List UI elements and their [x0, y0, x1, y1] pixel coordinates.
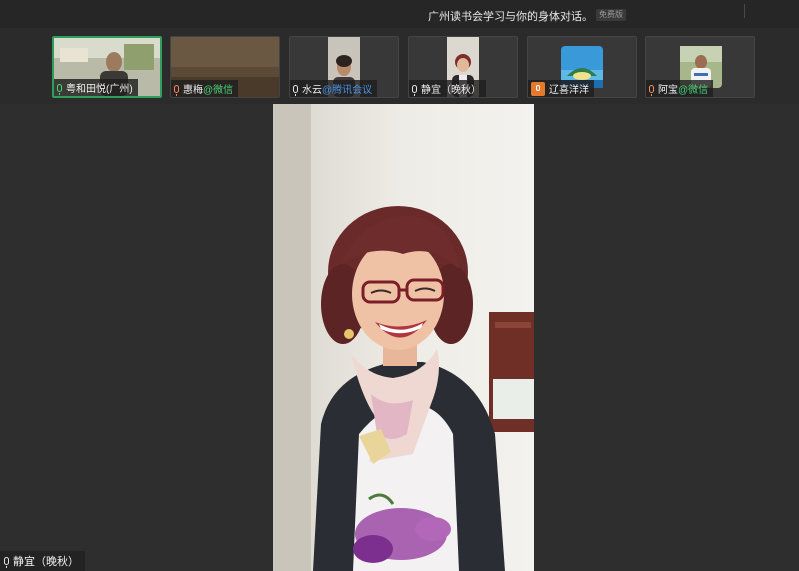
microphone-icon	[57, 83, 62, 95]
participant-tile[interactable]: 静宜（晚秋）	[408, 36, 518, 98]
participant-tile[interactable]: 惠梅 @微信	[170, 36, 280, 98]
microphone-muted-icon	[531, 81, 545, 96]
participant-namebar: 静宜（晚秋）	[409, 80, 486, 97]
participant-strip: 粤和田悦(广州) 惠梅 @微信 水云 @腾讯会议 静宜（晚秋） 辽喜洋洋 阿宝 …	[0, 28, 799, 104]
participant-namebar: 辽喜洋洋	[528, 80, 594, 97]
participant-namebar: 水云 @腾讯会议	[290, 80, 378, 97]
participant-name: 粤和田悦(广州)	[66, 84, 133, 95]
microphone-icon	[174, 84, 179, 96]
speaker-video-frame	[273, 104, 534, 571]
plan-badge: 免费版	[596, 9, 626, 21]
participant-tile[interactable]: 辽喜洋洋	[527, 36, 637, 98]
participant-namebar: 惠梅 @微信	[171, 80, 239, 97]
participant-source: @微信	[678, 85, 709, 96]
top-bar: 广州读书会学习与你的身体对话。 免费版	[0, 0, 799, 29]
microphone-icon	[4, 557, 9, 568]
active-speaker-label: 静宜（晚秋）	[0, 551, 85, 571]
participant-name: 惠梅	[183, 85, 203, 96]
participant-namebar: 粤和田悦(广州)	[54, 79, 138, 96]
participant-name: 水云	[302, 85, 322, 96]
participant-name: 阿宝	[658, 85, 678, 96]
microphone-icon	[649, 84, 654, 96]
participant-name: 静宜（晚秋）	[421, 85, 481, 96]
speaker-name: 静宜（晚秋）	[13, 556, 79, 568]
divider	[744, 4, 745, 18]
participant-namebar: 阿宝 @微信	[646, 80, 714, 97]
main-speaker-video[interactable]	[273, 104, 534, 571]
microphone-icon	[412, 84, 417, 96]
participant-name: 辽喜洋洋	[549, 85, 589, 96]
meeting-title: 广州读书会学习与你的身体对话。	[428, 11, 593, 23]
participant-tile[interactable]: 阿宝 @微信	[645, 36, 755, 98]
participant-source: @微信	[203, 85, 234, 96]
participant-tile[interactable]: 粤和田悦(广州)	[52, 36, 162, 98]
participant-tile[interactable]: 水云 @腾讯会议	[289, 36, 399, 98]
participant-source: @腾讯会议	[322, 85, 373, 96]
microphone-icon	[293, 84, 298, 96]
